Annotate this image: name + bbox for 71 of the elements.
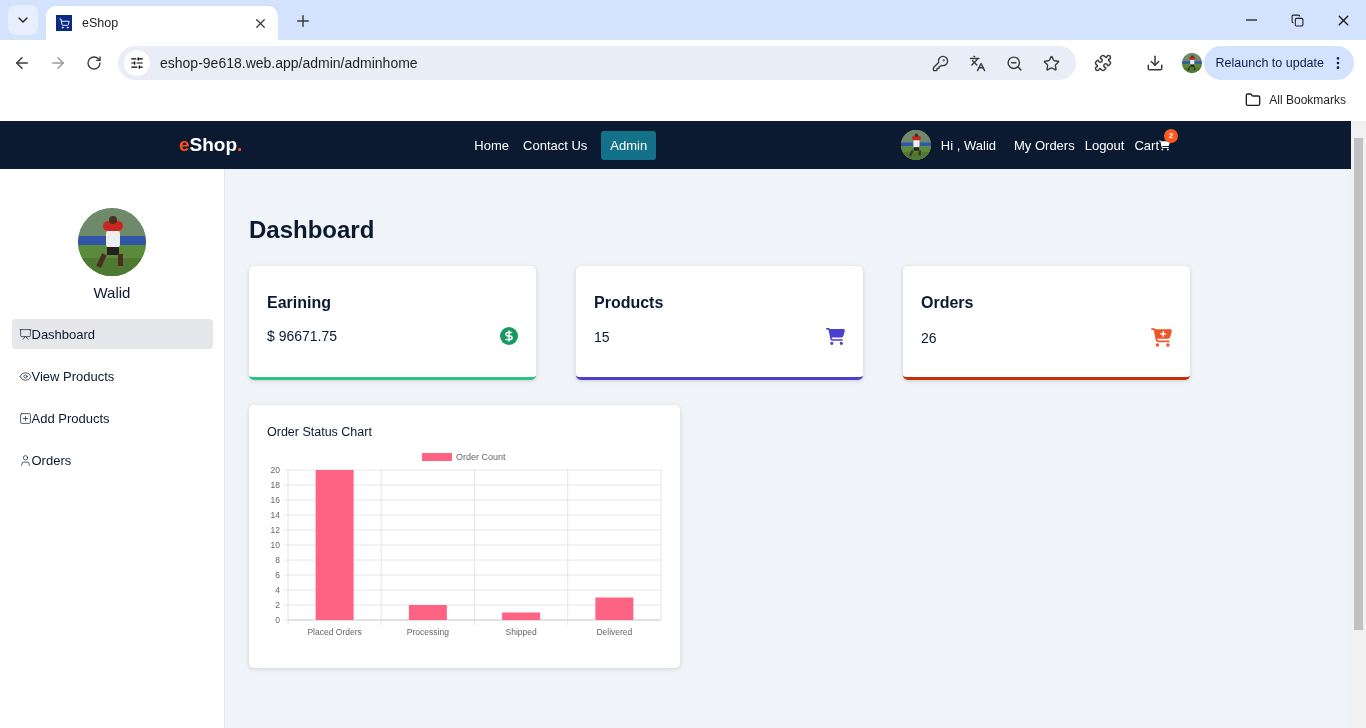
sidebar-item[interactable]: Add Products [11,403,213,433]
y-tick-label: 0 [275,615,280,625]
restore-icon [1290,13,1304,27]
sidebar-item[interactable]: Dashboard [11,319,213,349]
logo[interactable]: eShop. [179,134,243,156]
y-tick-label: 12 [270,525,280,535]
new-tab-button[interactable] [294,12,312,30]
nav-link[interactable]: Logout [1084,137,1125,153]
card-value: $ 96671.75 [267,328,338,344]
nav-link[interactable]: Home [474,137,510,153]
x-tick-label: Delivered [596,627,633,637]
bar [408,605,447,620]
address-bar[interactable]: eshop-9e618.web.app/admin/adminhome [118,46,1076,80]
y-tick-label: 14 [270,510,280,520]
y-tick-label: 6 [275,570,280,580]
chart-title: Order Status Chart [267,425,373,439]
cart-icon [1159,139,1170,151]
browser-tab[interactable]: eShop [46,6,278,40]
key-icon[interactable] [932,54,949,72]
greeting: Hi , Walid [940,137,996,153]
x-tick-label: Placed Orders [307,627,362,637]
card-value: 15 [594,328,610,345]
cart-count-badge: 2 [1164,128,1178,143]
cart-icon [56,15,72,31]
extensions-icon[interactable] [1094,54,1112,72]
page-title: Dashboard [249,216,376,244]
bar [595,597,634,620]
user-name: Walid [93,284,131,301]
plus-square-icon [18,411,32,425]
tab-list-button[interactable] [8,5,38,35]
bookmarks-folder[interactable]: All Bookmarks [1239,91,1352,109]
y-tick-label: 10 [270,540,280,550]
legend-label: Order Count [456,452,506,462]
sidebar-item[interactable]: View Products [11,361,213,391]
y-tick-label: 2 [275,600,280,610]
tab-title: eShop [82,16,120,30]
nav-link[interactable]: My Orders [1014,137,1075,153]
relaunch-button[interactable]: Relaunch to update [1203,46,1354,80]
nav-link[interactable]: Contact Us [523,137,588,153]
cart-icon [826,327,845,346]
user-icon [18,453,32,467]
bar [502,612,541,620]
legend-swatch [422,453,452,461]
download-icon[interactable] [1146,54,1164,72]
card-value: 26 [921,329,937,346]
x-tick-label: Shipped [505,627,537,637]
y-tick-label: 4 [275,585,280,595]
cart-plus-icon [1151,327,1172,348]
sliders-icon [130,56,144,70]
dollar-icon [500,327,518,345]
site-settings-button[interactable] [124,50,150,76]
minimize-icon [1245,19,1257,21]
card-title: Earining [267,294,332,312]
y-tick-label: 18 [270,480,280,490]
y-tick-label: 8 [275,555,280,565]
y-tick-label: 20 [270,465,280,475]
card-title: Orders [921,294,975,312]
card-title: Products [594,294,665,312]
scrollbar[interactable] [1351,121,1366,728]
url-text: eshop-9e618.web.app/admin/adminhome [160,55,419,71]
y-tick-label: 16 [270,495,280,505]
reload-button[interactable] [84,55,104,71]
zoom-out-icon[interactable] [1006,54,1023,72]
translate-icon[interactable] [969,54,986,72]
nav-link[interactable]: Admin [601,130,657,160]
sidebar-item[interactable]: Orders [11,445,213,475]
monitor-chart-icon [18,327,32,341]
folder-icon [1245,92,1262,108]
x-tick-label: Processing [406,627,449,637]
star-icon[interactable] [1043,54,1060,72]
eye-icon [18,369,32,383]
